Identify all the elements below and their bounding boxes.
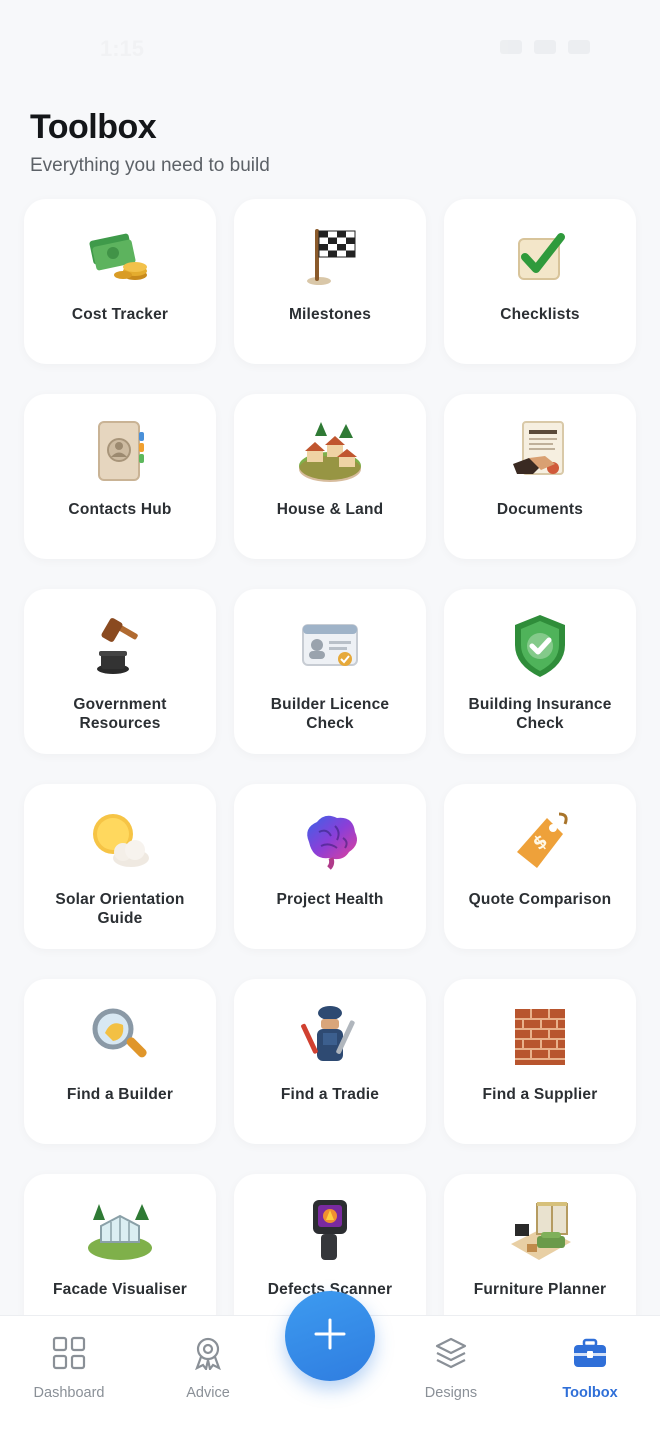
tool-label: Find a Supplier	[482, 1086, 598, 1103]
tool-label: Quote Comparison	[468, 891, 612, 908]
wifi-icon	[534, 40, 556, 54]
page-header: Toolbox Everything you need to build	[30, 108, 270, 177]
tool-label: Project Health	[276, 891, 384, 908]
tool-label: Cost Tracker	[71, 306, 169, 323]
tools-grid: Cost Tracker Milestones Checklists Conta…	[24, 199, 636, 1339]
status-bar: 1:15	[0, 0, 660, 96]
magnifier-icon	[87, 1003, 153, 1069]
money-coins-icon	[87, 223, 153, 289]
tool-milestones[interactable]: Milestones	[234, 199, 426, 364]
signal-icon	[500, 40, 522, 54]
nav-label: Toolbox	[562, 1385, 618, 1401]
tool-government-resources[interactable]: Government Resources	[24, 589, 216, 754]
tool-solar-orientation-guide[interactable]: Solar Orientation Guide	[24, 784, 216, 949]
battery-icon	[568, 40, 590, 54]
thermal-camera-icon	[297, 1198, 363, 1264]
tool-house-land[interactable]: House & Land	[234, 394, 426, 559]
tool-find-a-builder[interactable]: Find a Builder	[24, 979, 216, 1144]
tool-checklists[interactable]: Checklists	[444, 199, 636, 364]
tool-label: Government Resources	[73, 696, 167, 732]
gavel-icon	[87, 613, 153, 679]
tool-label: Find a Builder	[66, 1086, 174, 1103]
tool-quote-comparison[interactable]: $ Quote Comparison	[444, 784, 636, 949]
status-icons	[500, 40, 590, 54]
tool-project-health[interactable]: Project Health	[234, 784, 426, 949]
checkered-flag-icon	[297, 223, 363, 289]
tool-documents[interactable]: Documents	[444, 394, 636, 559]
award-ribbon-icon	[191, 1336, 225, 1375]
tool-label: Furniture Planner	[473, 1281, 607, 1298]
nav-dashboard[interactable]: Dashboard	[14, 1336, 124, 1401]
tool-label: Find a Tradie	[280, 1086, 380, 1103]
tool-cost-tracker[interactable]: Cost Tracker	[24, 199, 216, 364]
tool-label: House & Land	[276, 501, 384, 518]
brain-icon	[297, 808, 363, 874]
tool-label: Builder Licence Check	[270, 696, 390, 732]
price-tag-icon: $	[507, 808, 573, 874]
tool-building-insurance-check[interactable]: Building Insurance Check	[444, 589, 636, 754]
tool-label: Documents	[496, 501, 584, 518]
status-time: 1:15	[100, 36, 145, 61]
tool-label: Building Insurance Check	[468, 696, 612, 732]
plus-icon	[313, 1317, 347, 1356]
nav-advice[interactable]: Advice	[153, 1336, 263, 1401]
tool-label: Facade Visualiser	[52, 1281, 188, 1298]
tool-label: Contacts Hub	[68, 501, 172, 518]
page-subtitle: Everything you need to build	[30, 155, 270, 176]
nav-designs[interactable]: Designs	[396, 1336, 506, 1401]
nav-label: Dashboard	[33, 1385, 105, 1401]
layers-icon	[434, 1336, 468, 1375]
house-land-icon	[297, 418, 363, 484]
brick-wall-icon	[507, 1003, 573, 1069]
tradie-tools-icon	[297, 1003, 363, 1069]
living-room-icon	[507, 1198, 573, 1264]
tool-find-a-tradie[interactable]: Find a Tradie	[234, 979, 426, 1144]
tool-label: Solar Orientation Guide	[55, 891, 185, 927]
page-title: Toolbox	[30, 108, 157, 146]
id-card-icon	[297, 613, 363, 679]
toolbox-icon	[572, 1336, 608, 1375]
contract-handshake-icon	[507, 418, 573, 484]
tool-find-a-supplier[interactable]: Find a Supplier	[444, 979, 636, 1144]
shield-check-icon	[507, 613, 573, 679]
tool-label: Checklists	[500, 306, 580, 323]
dashboard-grid-icon	[52, 1336, 86, 1375]
greenhouse-icon	[87, 1198, 153, 1264]
address-book-icon	[87, 418, 153, 484]
nav-label: Designs	[424, 1385, 478, 1401]
tool-contacts-hub[interactable]: Contacts Hub	[24, 394, 216, 559]
tool-label: Milestones	[288, 306, 372, 323]
nav-label: Advice	[186, 1385, 230, 1401]
tool-builder-licence-check[interactable]: Builder Licence Check	[234, 589, 426, 754]
add-button[interactable]	[285, 1291, 375, 1381]
nav-toolbox[interactable]: Toolbox	[535, 1336, 645, 1401]
checklist-icon	[507, 223, 573, 289]
sun-cloud-icon	[87, 808, 153, 874]
